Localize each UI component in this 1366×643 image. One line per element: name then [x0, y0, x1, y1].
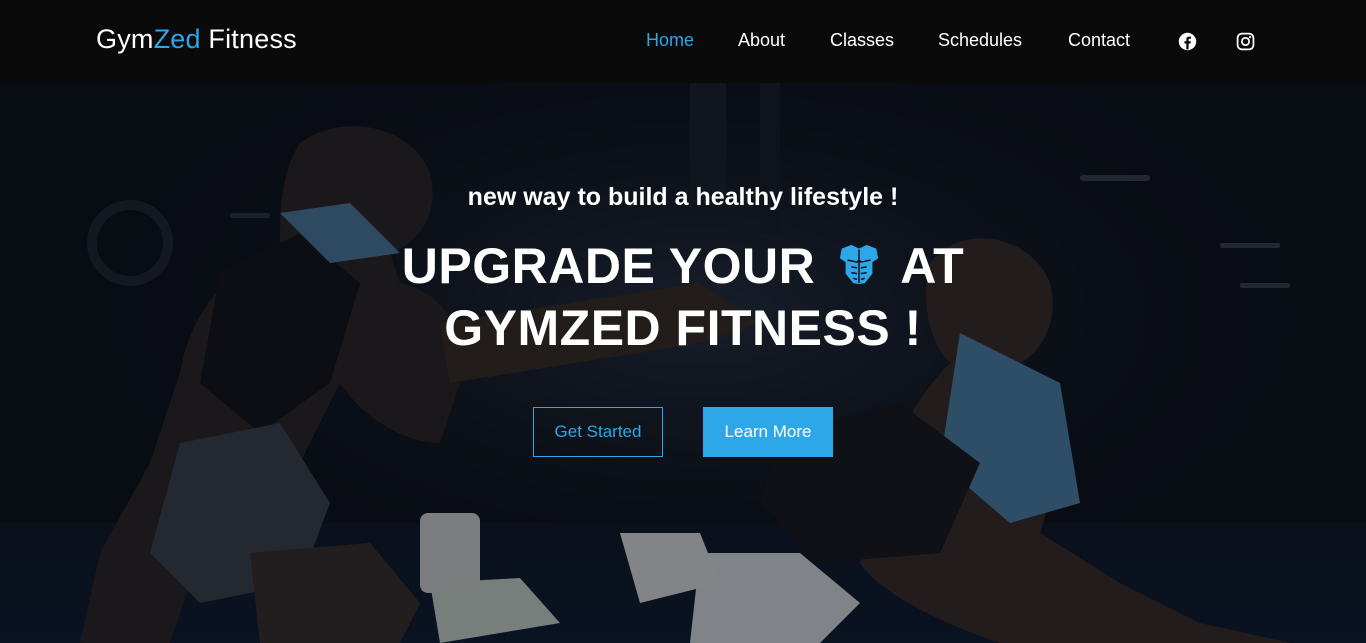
headline-line-2: GYMZED FITNESS !: [444, 300, 922, 356]
hero-content: new way to build a healthy lifestyle ! U…: [0, 83, 1366, 643]
nav-classes[interactable]: Classes: [830, 30, 894, 51]
nav-contact[interactable]: Contact: [1068, 30, 1130, 51]
hero-tagline: new way to build a healthy lifestyle !: [467, 183, 899, 211]
headline-line-1: UPGRADE YOUR AT: [0, 235, 1366, 297]
hero-headline: UPGRADE YOUR AT GYMZED FITNESS !: [0, 235, 1366, 359]
headline-line-1-post: AT: [900, 238, 965, 294]
facebook-icon[interactable]: [1178, 32, 1197, 51]
headline-line-1-pre: UPGRADE YOUR: [401, 238, 816, 294]
nav-schedules[interactable]: Schedules: [938, 30, 1022, 51]
nav-home[interactable]: Home: [646, 30, 694, 51]
navbar: GymZed Fitness Home About Classes Schedu…: [0, 0, 1366, 83]
main-nav: Home About Classes Schedules Contact: [0, 30, 1366, 54]
hero-section: new way to build a healthy lifestyle ! U…: [0, 83, 1366, 643]
muscle-torso-icon: [839, 244, 878, 285]
instagram-icon[interactable]: [1236, 32, 1255, 51]
nav-about[interactable]: About: [738, 30, 785, 51]
get-started-button[interactable]: Get Started: [533, 407, 663, 457]
learn-more-button[interactable]: Learn More: [703, 407, 833, 457]
